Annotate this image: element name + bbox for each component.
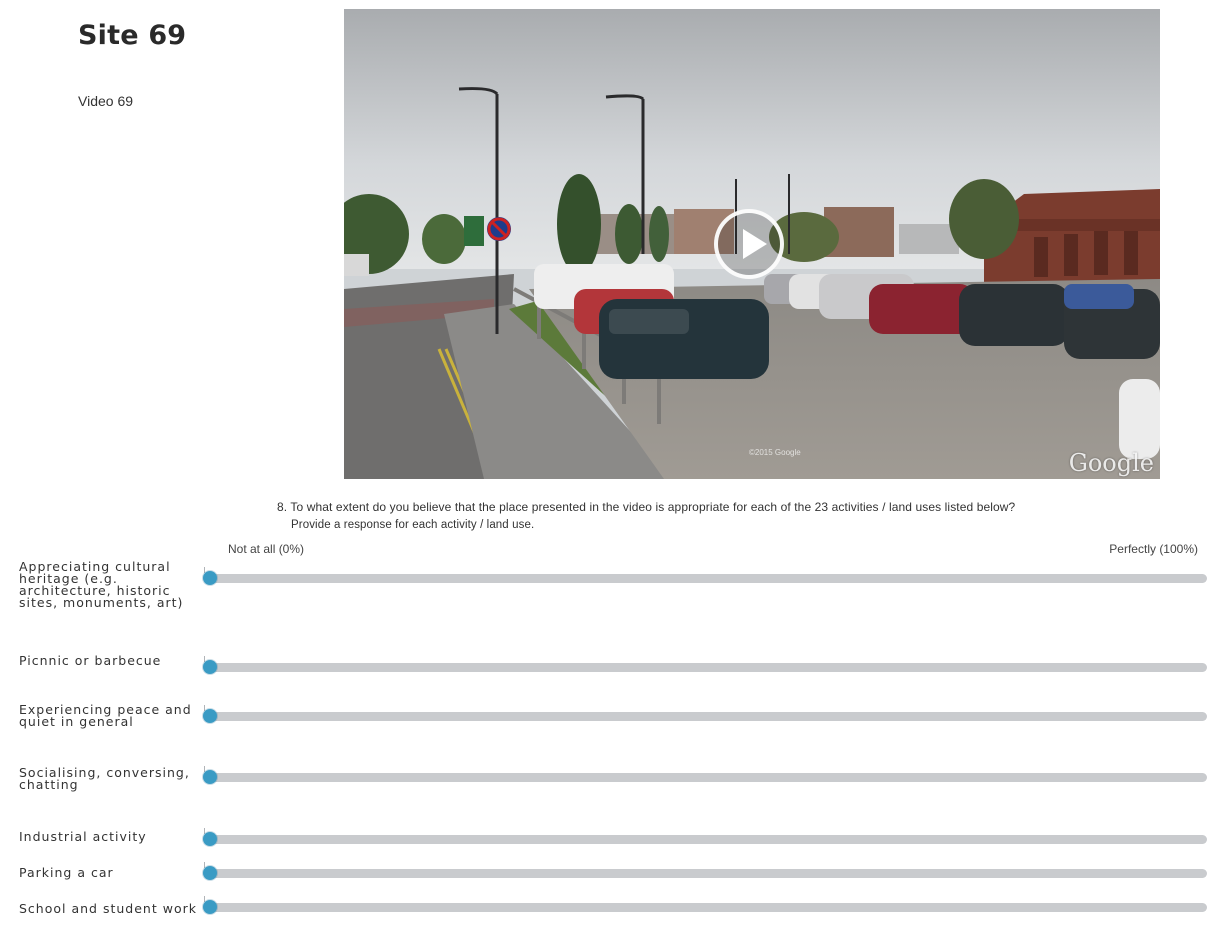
- page-title: Site 69: [78, 20, 187, 51]
- slider-track[interactable]: [206, 835, 1207, 844]
- slider-track[interactable]: [206, 773, 1207, 782]
- video-player[interactable]: ©2015 Google Google: [344, 9, 1160, 479]
- video-label: Video 69: [78, 93, 134, 109]
- slider-track[interactable]: [206, 903, 1207, 912]
- activity-label: Industrial activity: [19, 829, 147, 844]
- slider-thumb[interactable]: [203, 660, 217, 674]
- slider-track[interactable]: [206, 663, 1207, 672]
- activity-label: Parking a car: [19, 865, 114, 880]
- slider-thumb[interactable]: [203, 832, 217, 846]
- question-line-1: 8. To what extent do you believe that th…: [277, 500, 1016, 514]
- slider-thumb[interactable]: [203, 709, 217, 723]
- activity-slider[interactable]: [203, 828, 1207, 848]
- scale-max-label: Perfectly (100%): [1109, 542, 1198, 556]
- question-text: 8. To what extent do you believe that th…: [277, 497, 1015, 533]
- activity-label: School and student work: [19, 901, 197, 916]
- activity-label: Appreciating cultural heritage (e.g. arc…: [19, 559, 184, 610]
- activity-slider[interactable]: [203, 896, 1207, 916]
- activity-slider[interactable]: [203, 656, 1207, 676]
- slider-thumb[interactable]: [203, 571, 217, 585]
- slider-track[interactable]: [206, 574, 1207, 583]
- activity-slider[interactable]: [203, 862, 1207, 882]
- activity-label: Experiencing peace and quiet in general: [19, 702, 192, 729]
- question-line-2: Provide a response for each activity / l…: [291, 519, 535, 531]
- slider-track[interactable]: [206, 712, 1207, 721]
- scale-min-label: Not at all (0%): [228, 542, 305, 556]
- activity-label: Socialising, conversing, chatting: [19, 765, 190, 792]
- google-watermark: Google: [1068, 449, 1154, 477]
- slider-thumb[interactable]: [203, 866, 217, 880]
- activity-label: Picnnic or barbecue: [19, 653, 162, 668]
- slider-track[interactable]: [206, 869, 1207, 878]
- slider-thumb[interactable]: [203, 900, 217, 914]
- activity-slider[interactable]: [203, 567, 1207, 587]
- slider-thumb[interactable]: [203, 770, 217, 784]
- activity-slider[interactable]: [203, 766, 1207, 786]
- activity-slider[interactable]: [203, 705, 1207, 725]
- map-copyright: ©2015 Google: [749, 448, 801, 457]
- play-button[interactable]: [714, 209, 784, 279]
